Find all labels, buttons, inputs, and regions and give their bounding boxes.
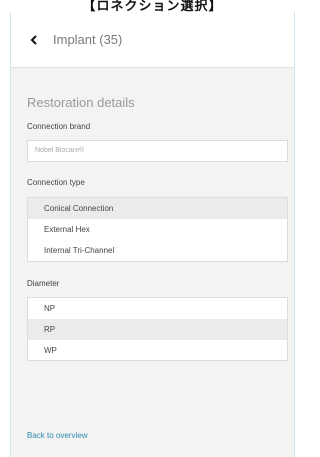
connection-type-option[interactable]: External Hex bbox=[28, 219, 287, 240]
diameter-option[interactable]: WP bbox=[28, 340, 287, 361]
diameter-list: NP RP WP bbox=[27, 297, 288, 361]
diameter-label: Diameter bbox=[27, 279, 60, 288]
page-caption: 【ロネクション選択】 bbox=[82, 0, 223, 12]
app-panel: Implant (35) Restoration details Connect… bbox=[10, 12, 295, 457]
connection-type-list: Conical Connection External Hex Internal… bbox=[27, 197, 288, 262]
connection-type-label: Connection type bbox=[27, 178, 85, 187]
back-to-overview-link[interactable]: Back to overview bbox=[27, 431, 87, 440]
connection-brand-field[interactable]: Nobel Biocare® bbox=[27, 140, 288, 162]
diameter-option[interactable]: NP bbox=[28, 298, 287, 319]
page-title: Implant (35) bbox=[53, 32, 123, 47]
connection-type-option[interactable]: Internal Tri-Channel bbox=[28, 240, 287, 261]
header: Implant (35) bbox=[11, 12, 294, 67]
restoration-details-panel: Restoration details Connection brand Nob… bbox=[11, 67, 294, 457]
back-arrow-icon[interactable] bbox=[27, 33, 41, 47]
connection-type-option[interactable]: Conical Connection bbox=[28, 198, 287, 219]
diameter-option[interactable]: RP bbox=[28, 319, 287, 340]
connection-brand-label: Connection brand bbox=[27, 122, 91, 131]
section-title: Restoration details bbox=[27, 95, 135, 110]
